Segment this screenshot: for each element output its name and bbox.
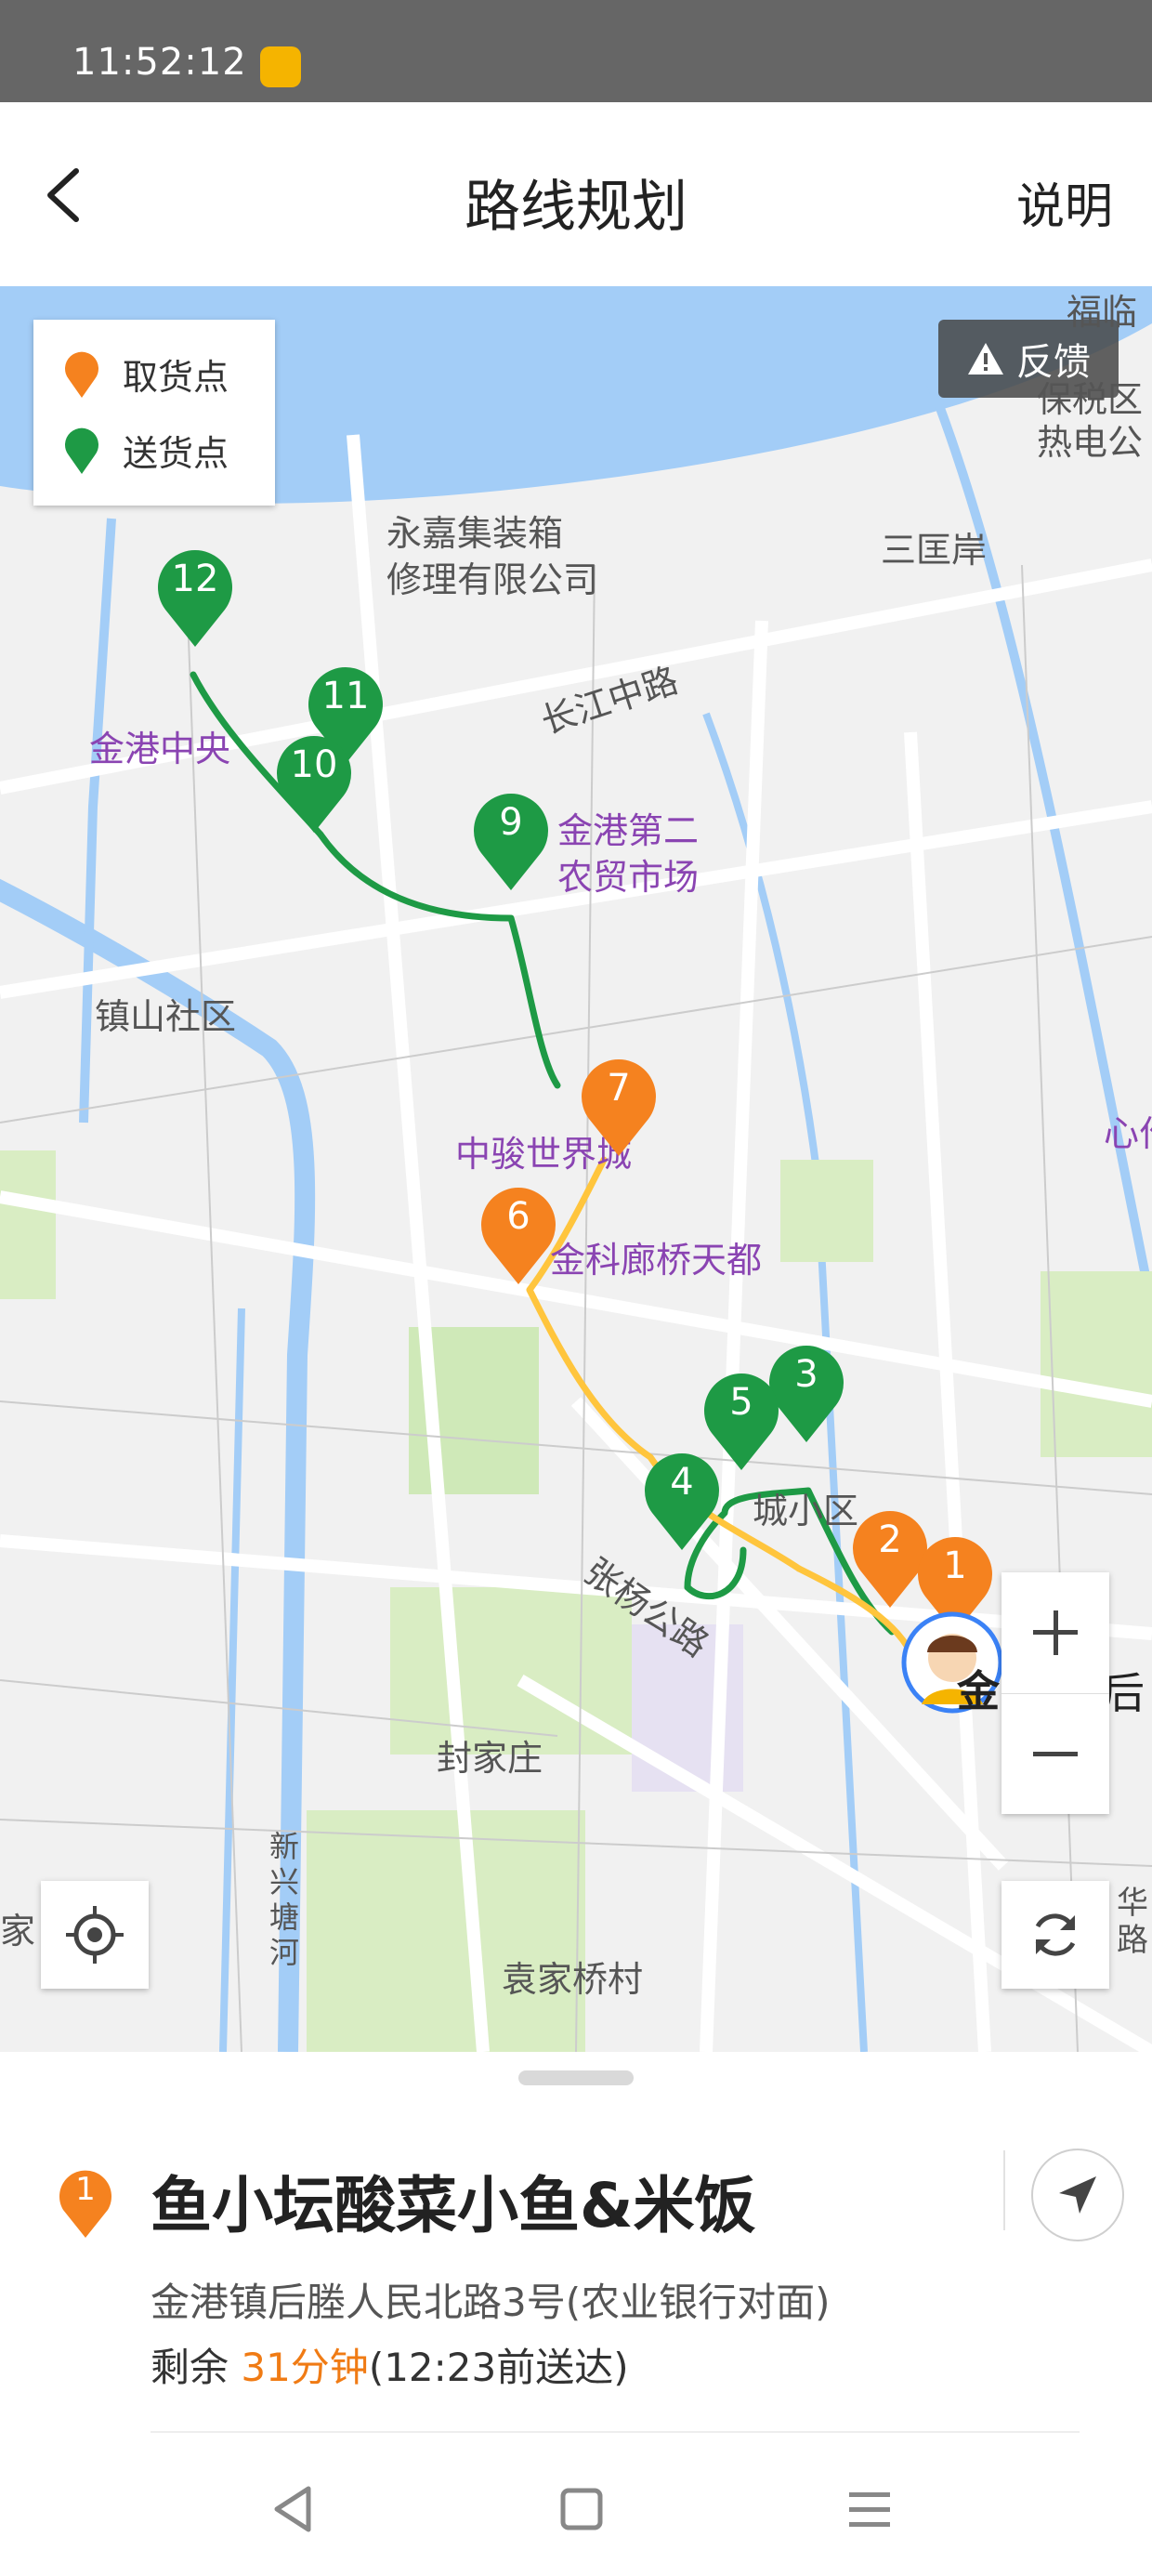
canal	[0, 878, 316, 2052]
delivery-pin-icon	[65, 427, 98, 474]
map-label: 袁家桥村	[502, 1959, 644, 2000]
map-label: 金港第二	[557, 810, 700, 851]
legend-item-delivery: 送货点	[61, 424, 229, 476]
park-area	[1041, 1271, 1152, 1457]
system-back-button[interactable]	[266, 2481, 321, 2537]
navigate-button[interactable]	[1031, 2149, 1124, 2241]
pickup-marker[interactable]: 7	[576, 1052, 661, 1160]
map-label: 心作	[1104, 1113, 1152, 1154]
divider	[1003, 2150, 1005, 2230]
map-label: 农贸市场	[557, 857, 700, 898]
map-label: 永嘉集装箱	[386, 513, 564, 554]
order-sheet: 1 鱼小坛酸菜小鱼&米饭 金港镇后塍人民北路3号(农业银行对面) 剩余 31分钟…	[0, 2052, 1152, 2442]
delivery-marker[interactable]: 10	[271, 729, 357, 836]
plus-icon	[1033, 1610, 1078, 1655]
warning-icon	[968, 343, 1003, 375]
order-remaining-time: 剩余 31分钟(12:23前送达)	[151, 2345, 629, 2390]
refresh-button[interactable]	[1001, 1881, 1109, 1989]
map-label: 三匡岸	[881, 530, 988, 571]
divider	[151, 2431, 1080, 2433]
status-bar: 11:52:12	[0, 0, 1152, 102]
map-label: 保税区	[1037, 379, 1144, 420]
map-view[interactable]: 取货点 送货点 反馈 福临 保税区 热电公 永嘉集装箱 修理有限公司 三匡岸 长…	[0, 286, 1152, 2052]
map-label: 新兴塘河	[269, 1829, 300, 1970]
legend-pickup-label: 取货点	[123, 356, 229, 398]
map-legend: 取货点 送货点	[33, 320, 275, 506]
pickup-pin-icon	[65, 351, 98, 398]
delivery-marker[interactable]: 9	[468, 786, 554, 894]
remaining-minutes: 31分钟	[241, 2345, 369, 2390]
order-address: 金港镇后塍人民北路3号(农业银行对面)	[151, 2280, 831, 2325]
map-label: 金科廊桥天都	[550, 1240, 763, 1281]
legend-item-pickup: 取货点	[61, 348, 229, 400]
zoom-controls	[1001, 1572, 1109, 1814]
status-time: 11:52:12	[72, 41, 247, 84]
system-nav-bar	[0, 2442, 1152, 2576]
refresh-icon	[1035, 1913, 1076, 1956]
map-label: 修理有限公司	[386, 559, 599, 600]
pickup-marker[interactable]: 6	[476, 1180, 561, 1288]
app-notification-icon	[260, 46, 301, 87]
legend-delivery-label: 送货点	[123, 432, 229, 474]
locate-button[interactable]	[41, 1881, 149, 1989]
park-area	[780, 1160, 873, 1262]
delivery-marker[interactable]: 4	[639, 1446, 725, 1554]
feedback-label: 反馈	[1016, 341, 1091, 384]
map-label: 热电公	[1037, 422, 1144, 463]
delivery-marker[interactable]: 12	[152, 543, 238, 651]
road-label: 华路	[1117, 1885, 1148, 1959]
map-label: 镇山社区	[95, 996, 237, 1037]
menu-icon	[849, 2492, 890, 2527]
map-label: 金港中央	[89, 729, 231, 769]
minus-icon	[1033, 1751, 1078, 1756]
navigation-arrow-icon	[1059, 2176, 1096, 2214]
drag-handle[interactable]	[518, 2070, 634, 2085]
park-area	[0, 1150, 56, 1299]
map-label: 城小区	[753, 1491, 859, 1531]
zoom-in-button[interactable]	[1001, 1572, 1109, 1693]
page-title: 路线规划	[465, 175, 687, 240]
park-area	[307, 1810, 585, 2052]
order-title: 鱼小坛酸菜小鱼&米饭	[151, 2170, 756, 2241]
nav-bar: 路线规划 说明	[0, 102, 1152, 286]
map-label: 封家庄	[437, 1738, 543, 1779]
triangle-back-icon	[274, 2486, 311, 2532]
zoom-out-button[interactable]	[1001, 1693, 1109, 1814]
help-link[interactable]: 说明	[1016, 167, 1113, 237]
system-home-button[interactable]	[554, 2481, 609, 2537]
map-label: 家	[0, 1911, 36, 1952]
canal-4	[924, 377, 1152, 1309]
rider-label: 金	[957, 1666, 1000, 1716]
crosshair-icon	[66, 1906, 124, 1964]
order-index: 1	[75, 2171, 96, 2208]
system-menu-button[interactable]	[842, 2481, 897, 2537]
square-home-icon	[560, 2488, 603, 2530]
map-label: 福临	[1067, 292, 1138, 333]
